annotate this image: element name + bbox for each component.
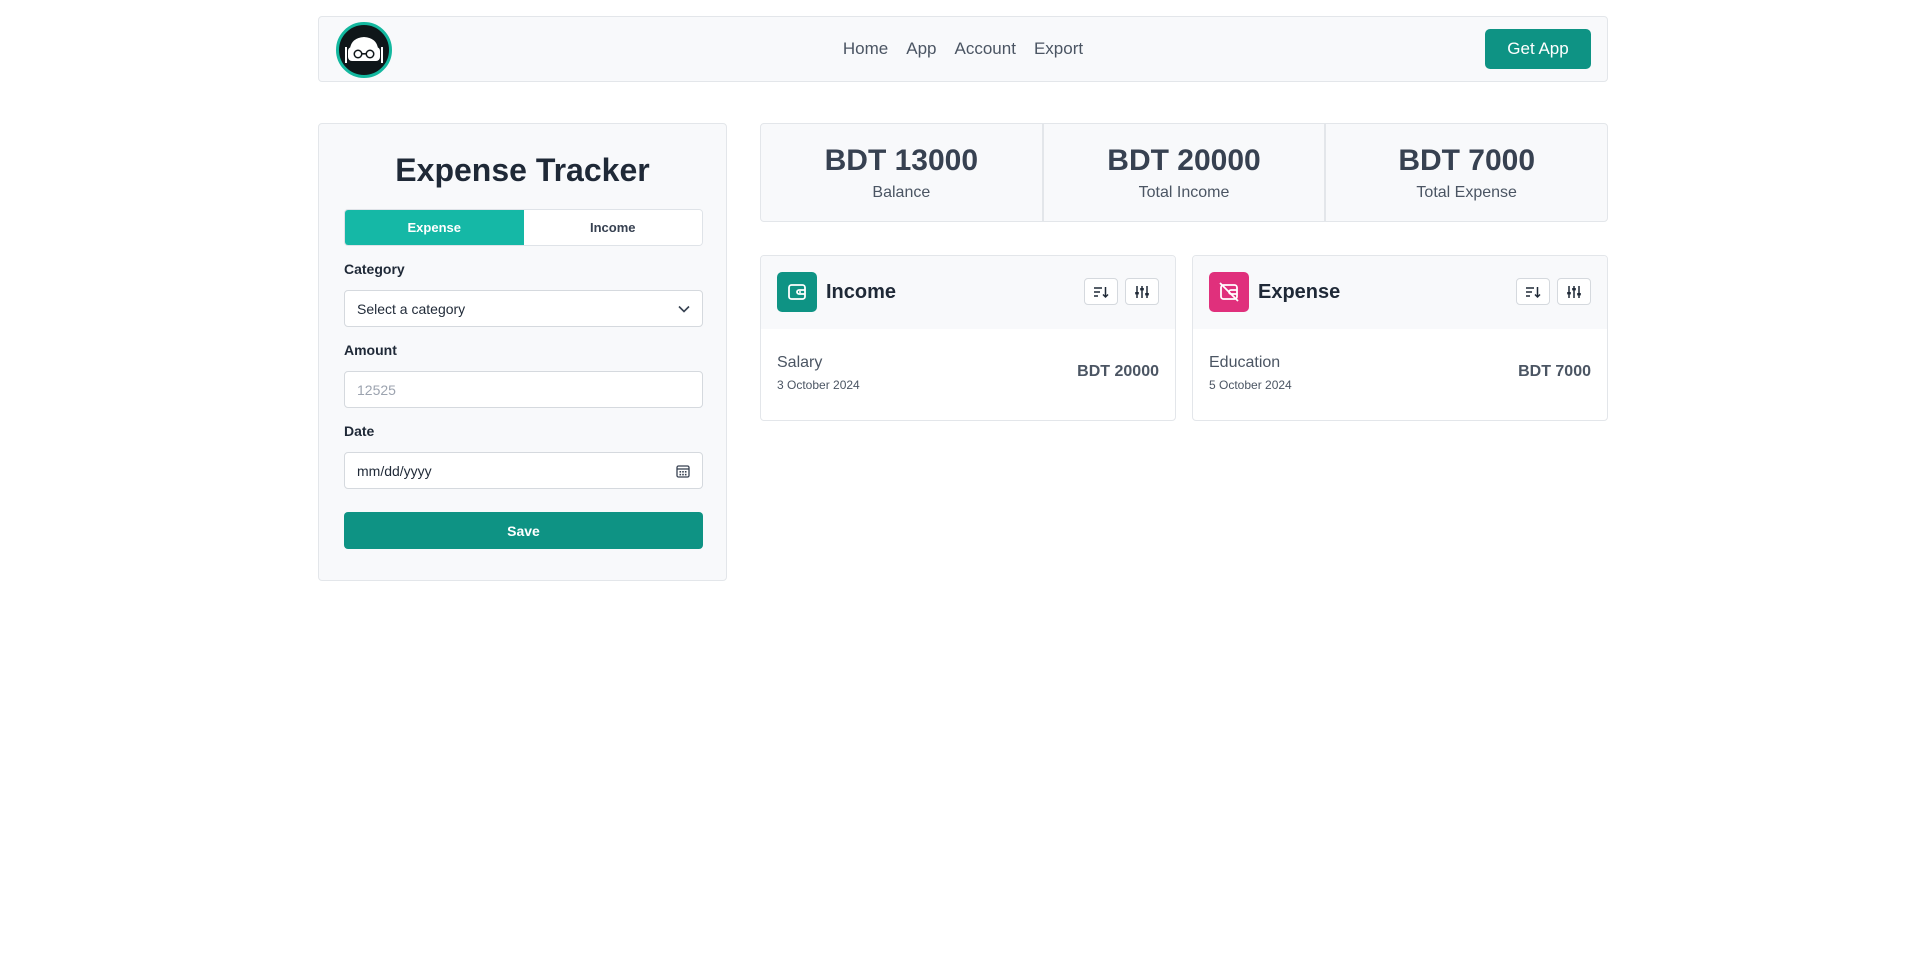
expense-card: Expense Education 5 October 2024 BDT 700… (1192, 255, 1608, 421)
sort-icon (1094, 286, 1109, 298)
item-name: Salary (777, 354, 823, 371)
calendar-icon[interactable] (676, 464, 690, 478)
item-amount: BDT 7000 (1518, 363, 1591, 380)
expense-sort-button[interactable] (1516, 278, 1550, 305)
wallet-icon (788, 284, 806, 300)
sort-icon (1526, 286, 1541, 298)
get-app-button[interactable]: Get App (1485, 29, 1591, 69)
income-card: Income Salary 3 October 2024 BDT 20000 (760, 255, 1176, 421)
item-date: 3 October 2024 (777, 378, 860, 392)
stat-total-expense-label: Total Expense (1416, 183, 1517, 201)
nav-link-account[interactable]: Account (955, 39, 1016, 59)
stat-total-income-value: BDT 20000 (1107, 143, 1261, 177)
income-filter-button[interactable] (1125, 278, 1159, 305)
sliders-icon (1135, 285, 1149, 298)
category-select[interactable]: Select a category (344, 290, 703, 327)
expense-title: Expense (1258, 281, 1341, 303)
stat-balance: BDT 13000 Balance (761, 124, 1044, 221)
nav-link-app[interactable]: App (906, 39, 936, 59)
chevron-down-icon (678, 305, 690, 313)
income-badge (777, 272, 817, 312)
income-title: Income (826, 281, 897, 303)
list-item[interactable]: Education 5 October 2024 BDT 7000 (1209, 354, 1591, 398)
stat-balance-label: Balance (872, 183, 931, 201)
income-sort-button[interactable] (1084, 278, 1118, 305)
stat-total-expense-value: BDT 7000 (1398, 143, 1536, 177)
item-amount: BDT 20000 (1077, 363, 1159, 380)
form-title: Expense Tracker (395, 152, 650, 188)
type-tabs: Expense Income (344, 209, 703, 246)
stat-total-expense: BDT 7000 Total Expense (1326, 124, 1607, 221)
amount-label: Amount (344, 342, 397, 358)
no-wallet-icon (1219, 282, 1239, 302)
stat-balance-value: BDT 13000 (824, 143, 979, 177)
stat-total-income: BDT 20000 Total Income (1044, 124, 1327, 221)
expense-badge (1209, 272, 1249, 312)
amount-placeholder: 12525 (357, 381, 396, 398)
category-select-value: Select a category (357, 300, 466, 317)
sliders-icon (1567, 285, 1581, 298)
save-button[interactable]: Save (344, 512, 703, 549)
date-label: Date (344, 423, 375, 439)
item-name: Education (1209, 354, 1281, 371)
expense-filter-button[interactable] (1557, 278, 1591, 305)
navbar: Home App Account Export Get App (318, 16, 1608, 82)
summary-panel: BDT 13000 Balance BDT 20000 Total Income… (760, 123, 1608, 222)
amount-input[interactable]: 12525 (344, 371, 703, 408)
expense-card-header: Expense (1193, 256, 1607, 329)
nav-link-export[interactable]: Export (1034, 39, 1083, 59)
list-item[interactable]: Salary 3 October 2024 BDT 20000 (777, 354, 1159, 398)
expense-form-card: Expense Tracker Expense Income Category … (318, 123, 727, 581)
date-input[interactable]: mm/dd/yyyy (344, 452, 703, 489)
nav-links: Home App Account Export (319, 17, 1607, 81)
category-label: Category (344, 261, 405, 277)
nav-link-home[interactable]: Home (843, 39, 888, 59)
stat-total-income-label: Total Income (1138, 183, 1230, 201)
date-input-value: mm/dd/yyyy (357, 462, 432, 479)
tab-income[interactable]: Income (523, 210, 702, 245)
income-card-header: Income (761, 256, 1175, 329)
tab-expense[interactable]: Expense (345, 210, 524, 245)
item-date: 5 October 2024 (1209, 378, 1292, 392)
